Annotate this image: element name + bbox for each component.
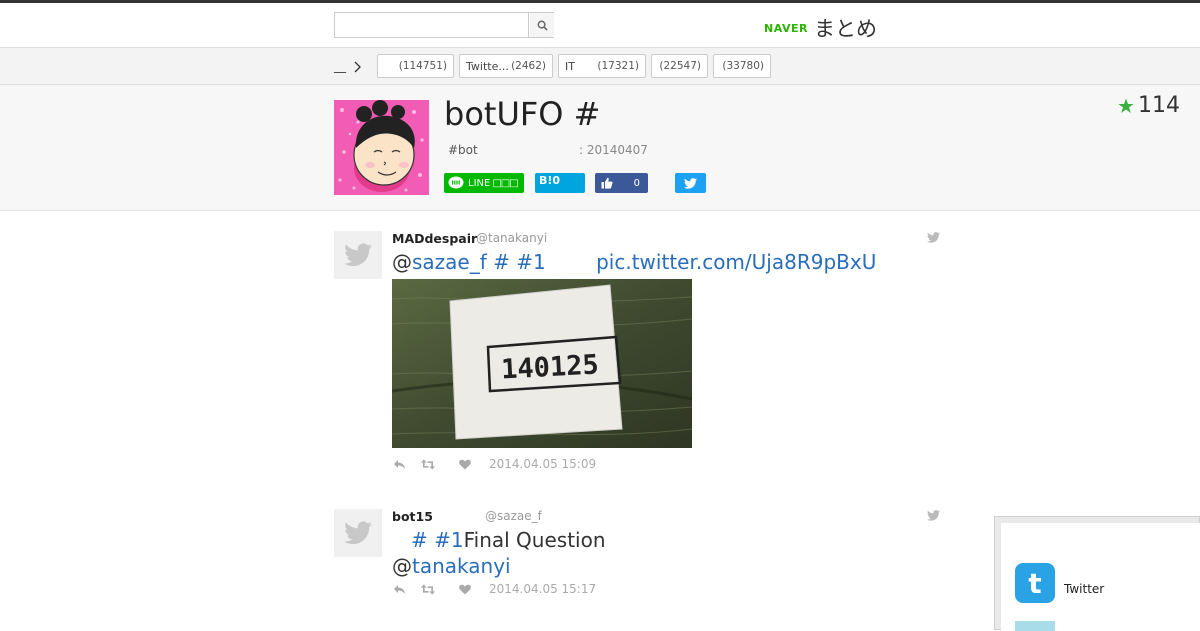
tweet-photo[interactable]: 140125 [392,279,692,448]
search-box [334,12,554,38]
related-panel: t Twitter [994,516,1200,631]
photo-text: 140125 [500,349,599,385]
retweet-icon[interactable] [421,457,435,471]
tweet-author-name[interactable]: MADdespair [392,231,477,246]
line-share-suffix: □□□ [492,177,518,189]
tweet-text-body: Final Question [463,528,606,552]
search-button[interactable] [530,13,554,37]
twitter-app-icon[interactable]: t [1015,563,1055,603]
tweet-actions: 2014.04.05 15:17 [392,582,596,596]
retweet-icon[interactable] [421,582,435,596]
twitter-bird-icon[interactable] [927,510,940,521]
category-tag-label: IT [565,59,575,73]
category-tag-count: (2462) [511,60,546,72]
category-tag-2[interactable]: Twitte... (2462) [459,54,553,78]
matome-date: : 20140407 [579,143,648,157]
reply-icon[interactable] [392,457,406,471]
tweet-timestamp[interactable]: 2014.04.05 15:09 [489,457,596,471]
tweet-mention-link[interactable]: tanakanyi [412,554,511,578]
favorite-count: 114 [1138,93,1180,118]
avatar[interactable] [334,231,382,279]
reply-icon[interactable] [392,582,406,596]
site-header: NAVER まとめ [0,3,1200,48]
facebook-like-button[interactable]: 0 [595,173,648,193]
tweet-text-line2: @tanakanyi [392,553,511,579]
category-tag-count: (114751) [398,60,447,72]
category-tag-count: (33780) [722,60,764,72]
tweet-hashtag-link[interactable]: #1 [434,528,463,552]
chevron-right-icon [354,61,361,73]
category-tag-count: (22547) [659,60,701,72]
twitter-share-button[interactable] [675,173,706,193]
site-logo[interactable]: NAVER まとめ [764,13,877,43]
tweet-text-prefix: @ [392,554,412,578]
tweet-mention-link[interactable]: sazae_f [412,250,487,274]
line-share-button[interactable]: LINE □□□ [444,173,524,193]
tweet-timestamp[interactable]: 2014.04.05 15:17 [489,582,596,596]
search-input[interactable] [335,13,529,37]
tweet-pic-link[interactable]: pic.twitter.com/Uja8R9pBxU [596,250,876,274]
breadcrumb-home[interactable]: __ [334,59,346,73]
tweet-hashtag-link[interactable]: # [411,528,428,552]
thumbs-up-icon [601,177,613,189]
twitter-bird-icon [344,243,372,267]
category-tag-3[interactable]: IT (17321) [558,54,646,78]
tweet-card: bot15 @sazae_f # #1Final Question @tanak… [334,509,940,605]
line-share-label: LINE [468,177,491,189]
hatena-count: 0 [552,174,561,187]
related-panel-body: t Twitter [1001,523,1200,631]
tweet-text-prefix: @ [392,250,412,274]
matome-header: botUFO # #bot : 20140407 LINE □□□ B! 0 0… [0,85,1200,211]
logo-matome: まとめ [813,17,877,41]
tweet-author-name[interactable]: bot15 [392,509,433,524]
page-title: botUFO # [444,95,601,133]
twitter-t-glyph: t [1028,566,1042,600]
twitter-bird-icon [684,177,697,189]
tweet-actions: 2014.04.05 15:09 [392,457,596,471]
related-item-label[interactable]: Twitter [1064,582,1104,596]
avatar[interactable] [334,509,382,557]
category-bar: __ (114751) Twitte... (2462) IT (17321) … [0,48,1200,85]
favorite-heart-icon[interactable] [458,457,472,471]
category-tag-label: Twitte... [466,59,509,73]
favorite-counter[interactable]: 114 [1118,93,1180,118]
tweet-hashtag-link[interactable]: # [493,250,510,274]
category-tag-1[interactable]: (114751) [377,54,454,78]
hatena-bookmark-button[interactable]: B! 0 [535,173,585,193]
hatena-label: B! [539,174,553,187]
category-tag-5[interactable]: (33780) [713,54,771,78]
category-tag-count: (17321) [597,60,639,72]
favorite-heart-icon[interactable] [458,582,472,596]
tweet-author-handle[interactable]: @sazae_f [485,509,542,523]
twitter-bird-icon[interactable] [927,232,940,243]
search-icon [537,20,548,31]
tweet-author-handle[interactable]: @tanakanyi [476,231,547,245]
tweet-text: # #1Final Question [392,527,606,553]
twitter-bird-icon [344,521,372,545]
category-tag-4[interactable]: (22547) [651,54,708,78]
tweet-text: @sazae_f # #1 pic.twitter.com/Uja8R9pBxU [392,249,876,275]
logo-naver: NAVER [764,21,808,35]
tweet-hashtag-link[interactable]: #1 [516,250,545,274]
matome-thumbnail [334,100,429,195]
like-count: 0 [633,177,640,189]
matome-tags[interactable]: #bot [448,143,478,157]
line-icon [448,176,464,189]
star-icon [1118,98,1134,113]
